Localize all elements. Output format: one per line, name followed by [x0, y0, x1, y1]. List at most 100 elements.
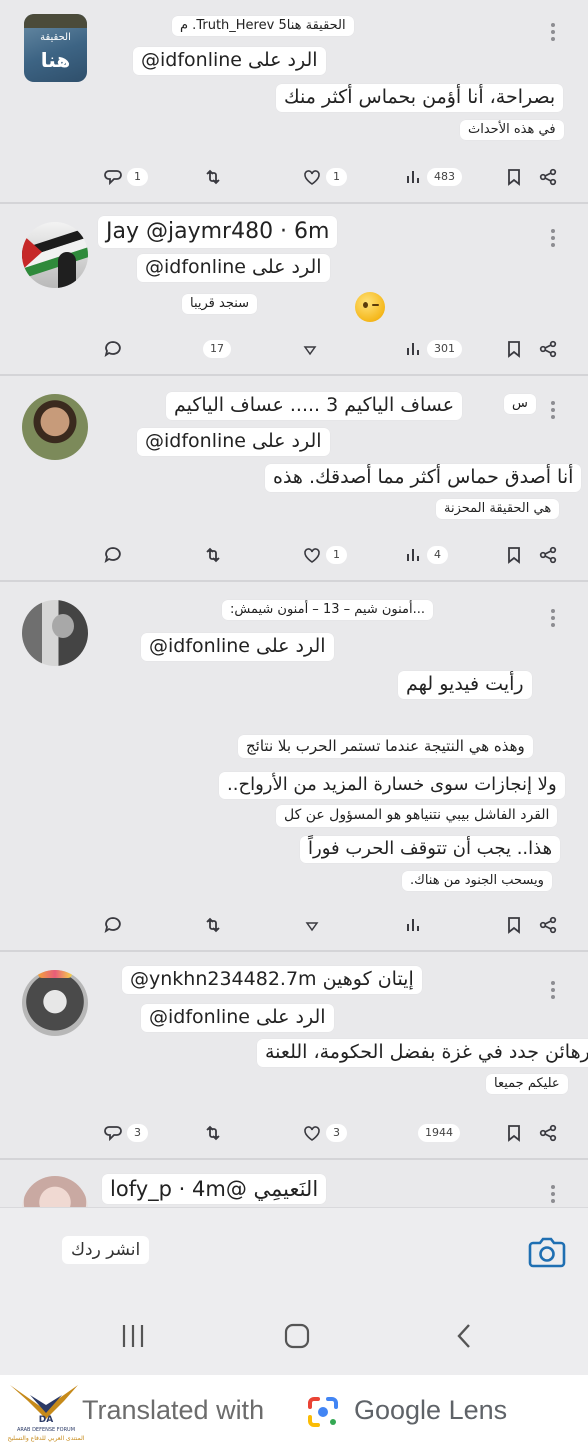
- retweet-count: 17: [203, 340, 231, 358]
- share-icon: [539, 1124, 557, 1142]
- like-button[interactable]: 1: [302, 541, 347, 569]
- tweet-actions: 1 1 483: [0, 163, 588, 191]
- tweet-text-line: القرد الفاشل بيبي نتنياهو هو المسؤول عن …: [276, 805, 558, 827]
- reply-button[interactable]: [103, 335, 123, 363]
- like-icon: [304, 548, 320, 563]
- views-button[interactable]: 301: [403, 335, 462, 363]
- reply-count: 1: [127, 168, 148, 186]
- tweet-text-line: وهذه هي النتيجة عندما تستمر الحرب بلا نت…: [238, 735, 533, 758]
- bookmark-icon: [508, 341, 520, 358]
- avatar-label-main: هنا: [40, 48, 71, 72]
- bookmark-button[interactable]: [504, 163, 524, 191]
- retweet-button[interactable]: [203, 1119, 223, 1147]
- more-options-icon[interactable]: [550, 20, 556, 44]
- reply-button[interactable]: 1: [103, 163, 148, 191]
- reply-to-label[interactable]: الرد على idfonline@: [137, 428, 330, 456]
- bookmark-button[interactable]: [504, 541, 524, 569]
- views-count: 301: [427, 340, 462, 358]
- retweet-button[interactable]: 17: [203, 335, 231, 363]
- tweet-header[interactable]: النَعيمِي @lofy_p · 4m: [102, 1174, 327, 1205]
- avatar[interactable]: [22, 222, 88, 288]
- like-button[interactable]: [300, 335, 320, 363]
- like-button[interactable]: 3: [302, 1119, 347, 1147]
- views-button[interactable]: 4: [403, 541, 448, 569]
- reply-tweet[interactable]: ...أمنون شيم – 13 – أمنون شيمش: الرد على…: [0, 582, 588, 952]
- reply-tweet[interactable]: النَعيمِي @lofy_p · 4m: [0, 1160, 588, 1207]
- reply-to-label[interactable]: الرد على idfonline@: [133, 47, 326, 75]
- retweet-button[interactable]: [203, 911, 223, 939]
- tweet-header[interactable]: إيتان كوهين ynkhn234482.7m@: [122, 966, 422, 994]
- reply-count: 3: [127, 1124, 148, 1142]
- share-button[interactable]: [538, 1119, 558, 1147]
- share-icon: [539, 340, 557, 358]
- like-button[interactable]: 1: [302, 163, 347, 191]
- bookmark-icon: [508, 547, 520, 564]
- tweet-header[interactable]: عساف الياكيم 3 ..... عساف الياكيم: [166, 392, 463, 420]
- views-button[interactable]: 483: [403, 163, 462, 191]
- winking-face-emoji: [355, 292, 385, 322]
- bookmark-button[interactable]: [504, 1119, 524, 1147]
- forum-logo: DA ARAB DEFENSE FORUM المنتدى العربي للد…: [4, 1379, 88, 1445]
- reply-tweet[interactable]: الحقيقة هنا الحقيقة هنا5 Truth_Herev. م …: [0, 0, 588, 204]
- tweet-header[interactable]: Jay @jaymr480 · 6m: [98, 216, 338, 248]
- reply-tweet[interactable]: Jay @jaymr480 · 6m الرد على idfonline@ س…: [0, 204, 588, 376]
- recent-apps-icon[interactable]: [118, 1321, 148, 1351]
- avatar[interactable]: [22, 970, 88, 1036]
- share-icon: [539, 916, 557, 934]
- reply-button[interactable]: [103, 911, 123, 939]
- tweet-actions: [0, 911, 588, 939]
- tweet-text-line: رأيت فيديو لهم: [398, 671, 532, 699]
- tweet-tag: س: [504, 394, 536, 415]
- translation-footer: DA ARAB DEFENSE FORUM المنتدى العربي للد…: [0, 1375, 588, 1447]
- avatar[interactable]: الحقيقة هنا: [24, 14, 87, 82]
- tweet-text-line: ولا إنجازات سوى خسارة المزيد من الأرواح.…: [219, 772, 565, 799]
- translated-with-label: Translated with: [82, 1395, 265, 1425]
- more-options-icon[interactable]: [550, 606, 556, 630]
- more-options-icon[interactable]: [550, 978, 556, 1002]
- reply-tweet[interactable]: س عساف الياكيم 3 ..... عساف الياكيم الرد…: [0, 376, 588, 582]
- like-icon: [304, 170, 320, 185]
- like-icon: [304, 1126, 320, 1141]
- views-icon: [407, 919, 419, 931]
- system-navigation-bar: [0, 1297, 588, 1375]
- avatar[interactable]: [22, 1176, 88, 1207]
- retweet-button[interactable]: [203, 163, 223, 191]
- tweet-text-line: هذا.. يجب أن تتوقف الحرب فوراً: [300, 836, 561, 863]
- back-icon[interactable]: [450, 1321, 480, 1351]
- reply-icon: [104, 170, 122, 186]
- home-icon[interactable]: [282, 1321, 312, 1351]
- share-button[interactable]: [538, 911, 558, 939]
- like-count: 1: [326, 168, 347, 186]
- share-button[interactable]: [538, 335, 558, 363]
- more-options-icon[interactable]: [550, 398, 556, 422]
- share-icon: [539, 546, 557, 564]
- more-options-icon[interactable]: [550, 1182, 556, 1206]
- tweet-text-line: هي الحقيقة المحزنة: [436, 499, 560, 520]
- reply-button[interactable]: [103, 541, 123, 569]
- like-button[interactable]: [302, 911, 322, 939]
- reply-to-label[interactable]: الرد على idfonline@: [141, 633, 334, 661]
- camera-icon[interactable]: [527, 1234, 567, 1270]
- views-icon: [407, 171, 419, 183]
- reply-input[interactable]: انشر ردك: [62, 1236, 150, 1264]
- more-options-icon[interactable]: [550, 226, 556, 250]
- reply-to-label[interactable]: الرد على idfonline@: [137, 254, 330, 282]
- share-button[interactable]: [538, 541, 558, 569]
- views-button[interactable]: [403, 911, 423, 939]
- tweet-header[interactable]: الحقيقة هنا5 Truth_Herev. م: [172, 16, 354, 37]
- bookmark-button[interactable]: [504, 335, 524, 363]
- bookmark-button[interactable]: [504, 911, 524, 939]
- bookmark-icon: [508, 917, 520, 934]
- tweet-header[interactable]: ...أمنون شيم – 13 – أمنون شيمش:: [222, 600, 434, 621]
- reply-tweet[interactable]: إيتان كوهين ynkhn234482.7m@ الرد على idf…: [0, 952, 588, 1160]
- reply-icon: [104, 1126, 122, 1142]
- avatar[interactable]: [22, 600, 88, 666]
- forum-logo-text: ARAB DEFENSE FORUM: [16, 1427, 76, 1433]
- reply-to-label[interactable]: الرد على idfonline@: [141, 1004, 334, 1032]
- retweet-icon: [206, 1125, 220, 1141]
- retweet-button[interactable]: [203, 541, 223, 569]
- avatar[interactable]: [22, 394, 88, 460]
- share-button[interactable]: [538, 163, 558, 191]
- reply-button[interactable]: 3: [103, 1119, 148, 1147]
- views-button[interactable]: 1944: [418, 1119, 460, 1147]
